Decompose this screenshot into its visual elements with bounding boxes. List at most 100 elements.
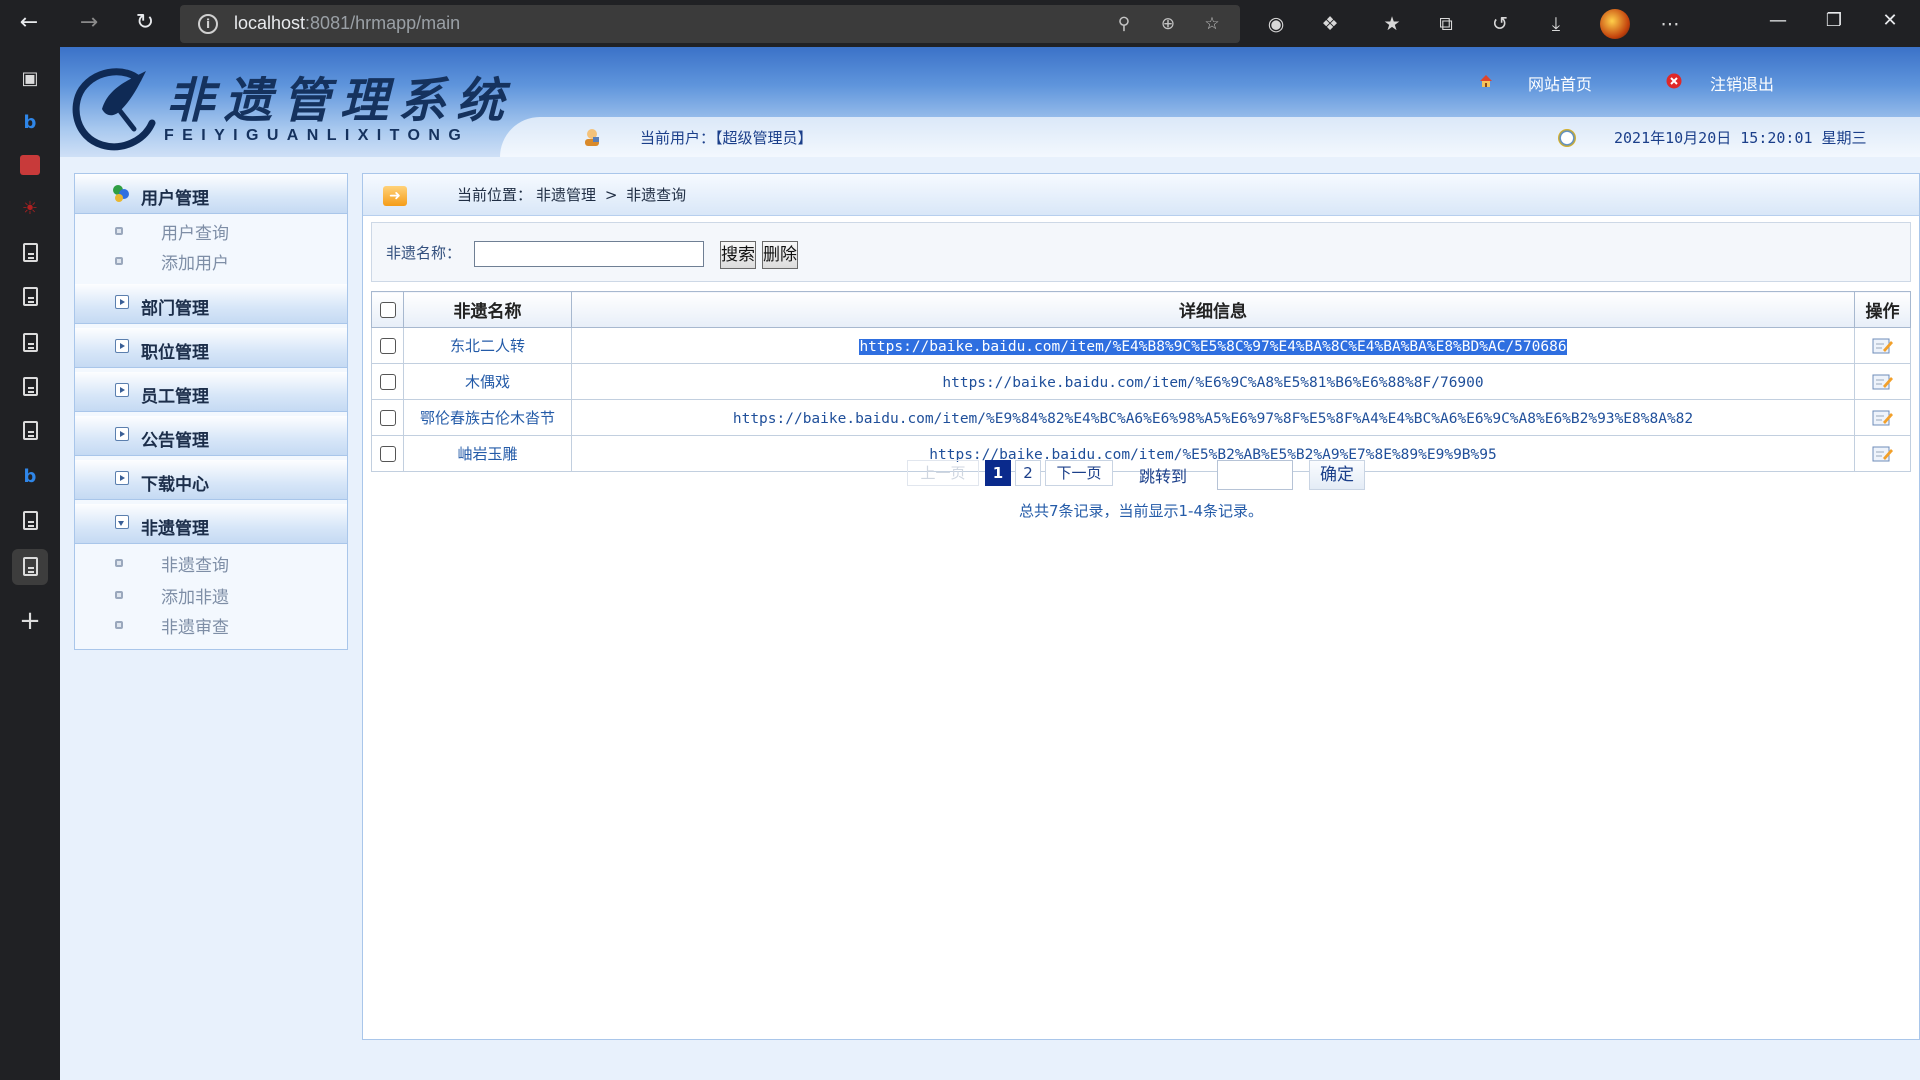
edit-icon[interactable] (1872, 409, 1894, 427)
tab-bing-icon[interactable]: b (12, 459, 48, 495)
menu-item-add-user[interactable]: 添加用户 (75, 246, 347, 276)
address-bar[interactable]: i localhost:8081/hrmapp/main ⚲ ⊕ ☆ (180, 5, 1240, 43)
edit-icon[interactable] (1872, 337, 1894, 355)
favorites-icon[interactable]: ★ (1378, 10, 1406, 38)
favorite-add-icon[interactable]: ☆ (1200, 13, 1224, 35)
page-2-button[interactable]: 2 (1015, 460, 1041, 486)
collapse-icon (115, 515, 129, 529)
row-select-cell (371, 327, 404, 364)
tab-php-icon[interactable] (12, 147, 48, 183)
detail-link[interactable]: https://baike.baidu.com/item/%E6%9C%A8%E… (942, 375, 1483, 391)
select-all-checkbox[interactable] (379, 302, 396, 318)
pagination: 上一页 1 2 下一页 跳转到 确定 (363, 460, 1919, 490)
close-window-icon[interactable]: ✕ (1870, 6, 1910, 36)
extensions-icon[interactable]: ❖ (1316, 10, 1344, 38)
home-link[interactable]: 网站首页 (1528, 71, 1592, 95)
column-header-action: 操作 (1854, 291, 1911, 328)
url-text[interactable]: localhost:8081/hrmapp/main (234, 13, 460, 34)
breadcrumb-text: 当前位置： 非遗管理 > 非遗查询 (457, 184, 690, 205)
row-checkbox[interactable] (379, 410, 396, 426)
more-menu-icon[interactable]: ⋯ (1656, 10, 1684, 38)
detail-cell: https://baike.baidu.com/item/%E4%B8%9C%E… (571, 327, 1855, 364)
table-header-row: 非遗名称 详细信息 操作 (371, 291, 1911, 328)
key-icon[interactable]: ⚲ (1112, 13, 1136, 35)
jump-confirm-button[interactable]: 确定 (1309, 460, 1365, 490)
expand-icon (115, 427, 129, 441)
search-button[interactable]: 搜索 (720, 241, 756, 269)
row-select-cell (371, 399, 404, 436)
home-icon[interactable] (1478, 73, 1494, 89)
menu-group-position[interactable]: 职位管理 (75, 328, 347, 368)
heritage-name-input[interactable] (474, 241, 704, 267)
bullet-icon (115, 257, 123, 265)
expand-icon (115, 383, 129, 397)
prev-page-button[interactable]: 上一页 (907, 460, 979, 486)
arrow-right-icon: ➜ (383, 186, 407, 206)
tab-page-icon[interactable] (12, 325, 48, 361)
tab-bing-icon[interactable]: b (12, 105, 48, 141)
menu-group-user[interactable]: 用户管理 (75, 174, 347, 214)
heritage-table: 非遗名称 详细信息 操作 东北二人转 https://baike.baidu.c… (371, 291, 1911, 472)
zoom-icon[interactable]: ⊕ (1156, 13, 1180, 35)
minimize-icon[interactable]: — (1758, 6, 1798, 36)
refresh-icon[interactable]: ↻ (128, 8, 162, 38)
logout-link[interactable]: 注销退出 (1710, 71, 1774, 95)
menu-group-label: 部门管理 (141, 299, 209, 319)
logo-icon (72, 68, 156, 151)
row-select-cell (371, 363, 404, 400)
download-icon[interactable]: ⤓ (1542, 10, 1570, 38)
tab-page-icon[interactable] (12, 369, 48, 405)
menu-group-label: 职位管理 (141, 343, 209, 363)
action-cell (1854, 327, 1911, 364)
menu-group-notice[interactable]: 公告管理 (75, 416, 347, 456)
menu-item-label: 非遗查询 (161, 556, 229, 576)
jump-page-input[interactable] (1217, 460, 1293, 490)
detail-link[interactable]: https://baike.baidu.com/item/%E4%B8%9C%E… (859, 338, 1567, 355)
next-page-button[interactable]: 下一页 (1045, 460, 1113, 486)
tab-site-icon[interactable]: ☀ (12, 191, 48, 227)
back-icon[interactable]: ← (12, 8, 46, 38)
delete-button[interactable]: 删除 (762, 241, 798, 269)
tab-page-icon[interactable] (12, 279, 48, 315)
heritage-name-link[interactable]: 木偶戏 (403, 363, 572, 400)
profile-avatar[interactable] (1600, 9, 1630, 39)
menu-item-label: 添加用户 (161, 254, 229, 274)
tab-page-icon[interactable] (12, 413, 48, 449)
menu-group-heritage[interactable]: 非遗管理 (75, 504, 347, 544)
menu-item-user-query[interactable]: 用户查询 (75, 216, 347, 246)
heritage-name-link[interactable]: 鄂伦春族古伦木沓节 (403, 399, 572, 436)
menu-item-heritage-review[interactable]: 非遗审查 (75, 610, 347, 640)
site-info-icon[interactable]: i (198, 14, 218, 34)
menu-item-add-heritage[interactable]: 添加非遗 (75, 580, 347, 610)
menu-group-department[interactable]: 部门管理 (75, 284, 347, 324)
page-1-button[interactable]: 1 (985, 460, 1011, 486)
vertical-tab-strip: ▣ b ☀ b + (0, 47, 60, 1080)
new-tab-icon[interactable]: + (12, 603, 48, 639)
heritage-name-link[interactable]: 东北二人转 (403, 327, 572, 364)
row-checkbox[interactable] (379, 338, 396, 354)
logo-subtitle: FEIYIGUANLIXITONG (164, 127, 470, 144)
collections-icon[interactable]: ⧉ (1432, 10, 1460, 38)
logout-icon[interactable] (1666, 73, 1682, 89)
menu-group-employee[interactable]: 员工管理 (75, 372, 347, 412)
search-label: 非遗名称： (386, 244, 462, 262)
table-row: 东北二人转 https://baike.baidu.com/item/%E4%B… (371, 327, 1911, 364)
menu-item-label: 非遗审查 (161, 618, 229, 638)
breadcrumb: ➜ 当前位置： 非遗管理 > 非遗查询 (363, 174, 1919, 216)
restore-icon[interactable]: ❐ (1814, 6, 1854, 36)
table-row: 木偶戏 https://baike.baidu.com/item/%E6%9C%… (371, 363, 1911, 400)
row-checkbox[interactable] (379, 374, 396, 390)
edit-icon[interactable] (1872, 373, 1894, 391)
history-icon[interactable]: ↺ (1486, 10, 1514, 38)
forward-icon[interactable]: → (72, 8, 106, 38)
menu-item-heritage-query[interactable]: 非遗查询 (75, 548, 347, 578)
tab-page-icon[interactable] (12, 235, 48, 271)
tab-actions-icon[interactable]: ▣ (12, 61, 48, 97)
bullet-icon (115, 621, 123, 629)
detail-link[interactable]: https://baike.baidu.com/item/%E9%84%82%E… (733, 411, 1693, 427)
tab-page-icon[interactable] (12, 503, 48, 539)
tab-page-icon[interactable] (12, 549, 48, 585)
reading-view-icon[interactable]: ◉ (1262, 10, 1290, 38)
menu-group-download[interactable]: 下载中心 (75, 460, 347, 500)
breadcrumb-separator: > (604, 186, 618, 204)
